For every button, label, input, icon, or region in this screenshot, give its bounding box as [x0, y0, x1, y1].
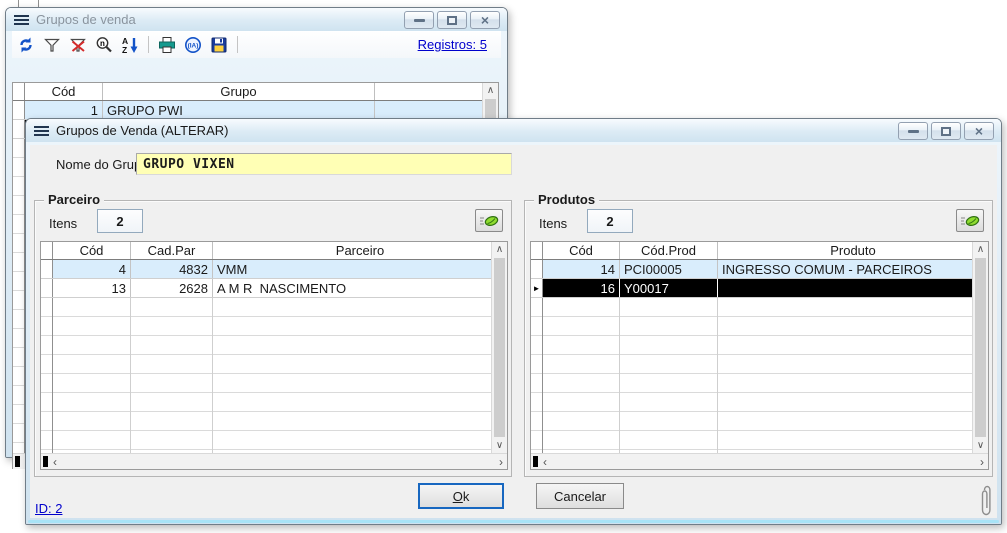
- menu-icon[interactable]: [34, 124, 49, 138]
- vertical-scrollbar[interactable]: ∧ ∨: [491, 242, 507, 453]
- close-button[interactable]: ×: [470, 11, 500, 29]
- indicator-header: [13, 83, 25, 100]
- paperclip-icon[interactable]: [980, 485, 994, 517]
- produtos-caption: Produtos: [534, 192, 599, 207]
- filter-icon[interactable]: [42, 35, 62, 54]
- clear-filter-icon[interactable]: [68, 35, 88, 54]
- produtos-itens-field[interactable]: 2: [587, 209, 633, 233]
- list-window-title: Grupos de venda: [36, 12, 136, 27]
- list-toolbar: n AZ (IA) Registros: 5: [12, 31, 501, 58]
- maximize-button[interactable]: [931, 122, 961, 140]
- toolbar-separator: [148, 36, 149, 53]
- col-cod: Cód: [25, 83, 103, 100]
- col-grupo: Grupo: [103, 83, 375, 100]
- scroll-left-icon: ‹: [53, 455, 57, 469]
- table-row[interactable]: 14 PCI00005 INGRESSO COMUM - PARCEIROS: [531, 260, 974, 279]
- table-row[interactable]: 13 2628 A M R NASCIMENTO: [41, 279, 493, 298]
- minimize-button[interactable]: [404, 11, 434, 29]
- nome-do-grupo-field[interactable]: GRUPO VIXEN: [136, 153, 512, 175]
- vertical-scrollbar[interactable]: ∧ ∨: [972, 242, 988, 453]
- svg-text:(IA): (IA): [188, 42, 199, 49]
- current-row-icon: ►: [531, 279, 543, 297]
- menu-icon[interactable]: [14, 13, 29, 27]
- refresh-icon[interactable]: [16, 35, 36, 54]
- scroll-right-icon: ›: [499, 455, 503, 469]
- scroll-up-icon: ∧: [492, 242, 507, 257]
- produtos-grid-header: Cód Cód.Prod Produto: [531, 242, 988, 260]
- scroll-left-icon: ‹: [543, 455, 547, 469]
- minimize-button[interactable]: [898, 122, 928, 140]
- search-icon[interactable]: n: [94, 35, 114, 54]
- partial-window-artifact: [18, 0, 39, 7]
- produtos-grid-body: 14 PCI00005 INGRESSO COMUM - PARCEIROS ►…: [531, 260, 974, 455]
- edit-dialog-client: Nome do Grupo GRUPO VIXEN Parceiro Itens…: [30, 145, 997, 518]
- scroll-up-icon: ∧: [483, 83, 498, 98]
- svg-text:Z: Z: [122, 45, 127, 54]
- itens-label: Itens: [539, 216, 567, 231]
- grupos-grid-header: Cód Grupo: [13, 83, 498, 101]
- ia-icon[interactable]: (IA): [183, 35, 203, 54]
- maximize-button[interactable]: [437, 11, 467, 29]
- sort-az-icon[interactable]: AZ: [120, 35, 140, 54]
- scroll-right-icon: ›: [980, 455, 984, 469]
- save-icon[interactable]: [209, 35, 229, 54]
- list-window-titlebar[interactable]: Grupos de venda ×: [6, 8, 507, 31]
- col-extra: [375, 83, 498, 100]
- parceiro-grid-header: Cód Cad.Par Parceiro: [41, 242, 507, 260]
- parceiro-grid[interactable]: Cód Cad.Par Parceiro 4 4832 VMM: [40, 241, 508, 470]
- scroll-up-icon: ∧: [973, 242, 988, 257]
- parceiro-caption: Parceiro: [44, 192, 104, 207]
- ok-button[interactable]: Ok: [418, 483, 504, 509]
- run-icon: [959, 213, 981, 229]
- horizontal-scrollbar[interactable]: ‹›: [531, 453, 988, 469]
- nome-do-grupo-label: Nome do Grupo: [56, 157, 149, 172]
- id-link[interactable]: ID: 2: [35, 501, 62, 516]
- parceiro-grid-body: 4 4832 VMM 13 2628 A M R NASCIMENTO: [41, 260, 493, 455]
- parceiro-run-button[interactable]: [475, 209, 503, 232]
- close-button[interactable]: ×: [964, 122, 994, 140]
- produtos-grid[interactable]: Cód Cód.Prod Produto 14 PCI00005 INGRESS…: [530, 241, 989, 470]
- print-icon[interactable]: [157, 35, 177, 54]
- scroll-down-icon: ∨: [973, 438, 988, 453]
- produtos-groupbox: Produtos Itens 2 Cód Cód.Prod Produt: [524, 200, 993, 477]
- scroll-down-icon: ∨: [492, 438, 507, 453]
- edit-dialog: Grupos de Venda (ALTERAR) × Nome do Grup…: [25, 118, 1002, 525]
- run-icon: [478, 213, 500, 229]
- svg-text:n: n: [100, 38, 105, 47]
- cancel-button[interactable]: Cancelar: [536, 483, 624, 509]
- table-row-selected[interactable]: ► 16 Y00017: [531, 279, 974, 298]
- edit-dialog-titlebar[interactable]: Grupos de Venda (ALTERAR) ×: [26, 119, 1001, 142]
- edit-dialog-title: Grupos de Venda (ALTERAR): [56, 123, 228, 138]
- itens-label: Itens: [49, 216, 77, 231]
- toolbar-separator: [237, 36, 238, 53]
- parceiro-itens-field[interactable]: 2: [97, 209, 143, 233]
- registros-link[interactable]: Registros: 5: [418, 37, 487, 52]
- table-row[interactable]: 4 4832 VMM: [41, 260, 493, 279]
- parceiro-groupbox: Parceiro Itens 2 Cód Cad.Par Parceir: [34, 200, 512, 477]
- produtos-run-button[interactable]: [956, 209, 984, 232]
- horizontal-scrollbar[interactable]: ‹›: [41, 453, 507, 469]
- edit-dialog-frame: Grupos de Venda (ALTERAR) × Nome do Grup…: [26, 119, 1001, 524]
